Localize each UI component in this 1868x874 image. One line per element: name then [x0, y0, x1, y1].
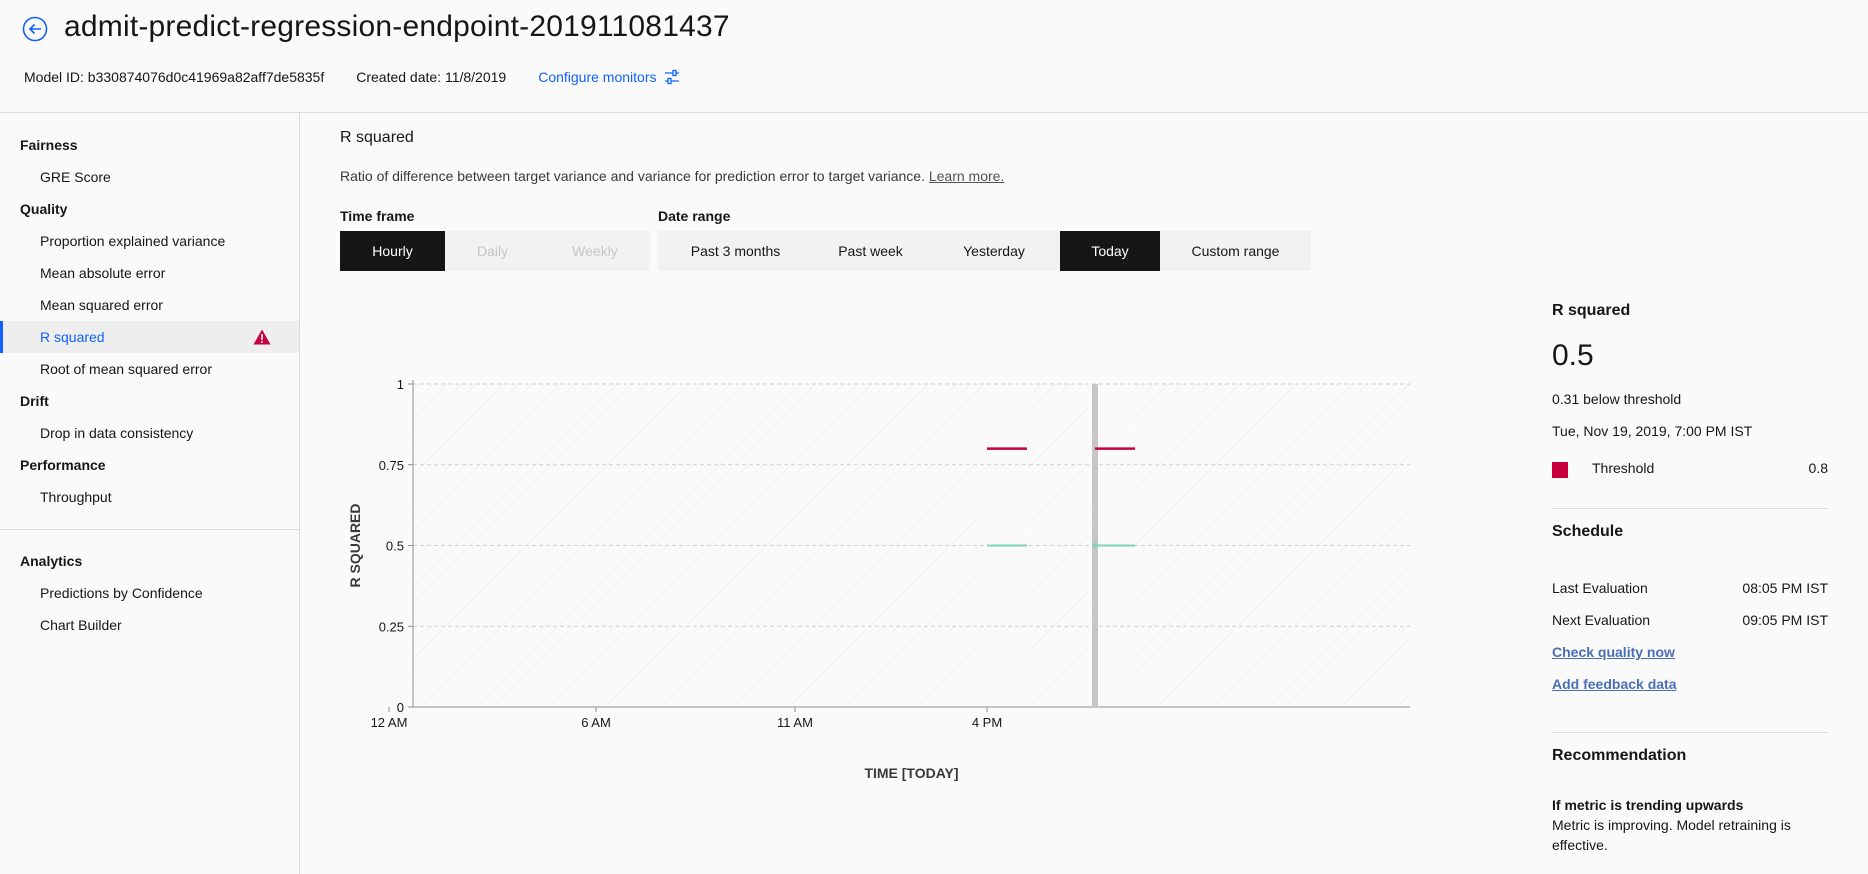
date-range-past-week[interactable]: Past week [813, 231, 928, 271]
time-frame-label: Time frame [340, 208, 415, 224]
y-tick-label: 0.75 [379, 458, 404, 473]
sidebar-item-mean-squared-error[interactable]: Mean squared error [0, 289, 299, 321]
y-axis-title: R SQUARED [347, 503, 363, 587]
sidebar-item-mean-absolute-error[interactable]: Mean absolute error [0, 257, 299, 289]
chart-svg[interactable]: 0 0.25 0.5 0.75 1 12 AM 6 AM 11 AM 4 PM R SQUARED… [340, 293, 1520, 813]
model-meta: Model ID: b330874076d0c41969a82aff7de583… [24, 69, 680, 85]
time-frame-switcher: Hourly Daily Weekly [340, 231, 650, 271]
date-range-switcher: Past 3 months Past week Yesterday Today … [658, 231, 1311, 271]
recommendation-text-line-1: Metric is improving. Model retraining is [1552, 817, 1791, 833]
sidebar-group-fairness: Fairness [20, 137, 78, 153]
sidebar-group-drift: Drift [20, 393, 49, 409]
date-range-today[interactable]: Today [1060, 231, 1160, 271]
date-range-past-3-months[interactable]: Past 3 months [658, 231, 813, 271]
x-tick-label: 6 AM [581, 715, 611, 730]
time-frame-weekly[interactable]: Weekly [540, 231, 650, 271]
recommendation-heading: If metric is trending upwards [1552, 797, 1744, 813]
date-range-custom[interactable]: Custom range [1160, 231, 1311, 271]
back-arrow-icon[interactable] [22, 16, 48, 42]
check-quality-now-link[interactable]: Check quality now [1552, 644, 1675, 660]
metric-value: 0.5 [1552, 339, 1594, 372]
panel-title: R squared [1552, 302, 1631, 319]
sidebar-item-drop-in-data-consistency[interactable]: Drop in data consistency [0, 417, 299, 449]
y-tick-label: 0 [397, 700, 404, 715]
next-evaluation-label: Next Evaluation [1552, 612, 1651, 628]
settings-adjust-icon [665, 69, 680, 85]
description-text: Ratio of difference between target varia… [340, 168, 925, 184]
page-title: admit-predict-regression-endpoint-201911… [64, 10, 730, 43]
x-axis-title: TIME [TODAY] [864, 765, 958, 781]
selected-point [1092, 543, 1098, 548]
recommendation-text-line-2: effective. [1552, 837, 1608, 853]
time-frame-daily[interactable]: Daily [445, 231, 540, 271]
sidebar-item-chart-builder[interactable]: Chart Builder [0, 609, 299, 641]
sidebar-item-predictions-by-confidence[interactable]: Predictions by Confidence [0, 577, 299, 609]
metric-title: R squared [340, 129, 414, 146]
date-range-label: Date range [658, 208, 731, 224]
threshold-label: Threshold [1592, 460, 1655, 476]
model-id: Model ID: b330874076d0c41969a82aff7de583… [24, 69, 325, 85]
y-tick-label: 0.5 [386, 539, 404, 554]
x-tick-label: 12 AM [371, 715, 408, 730]
metric-description: Ratio of difference between target varia… [340, 168, 1004, 184]
x-tick-label: 11 AM [777, 715, 813, 730]
warning-icon [253, 329, 271, 345]
page-header: admit-predict-regression-endpoint-201911… [0, 0, 1868, 113]
y-tick-label: 0.25 [379, 619, 404, 634]
threshold-value: 0.8 [1808, 460, 1828, 476]
sidebar-group-quality: Quality [20, 201, 68, 217]
evaluation-timestamp: Tue, Nov 19, 2019, 7:00 PM IST [1552, 423, 1753, 439]
threshold-swatch [1552, 462, 1568, 478]
recommendation-title: Recommendation [1552, 747, 1687, 764]
add-feedback-data-link[interactable]: Add feedback data [1552, 676, 1676, 692]
sidebar-item-gre-score[interactable]: GRE Score [0, 161, 299, 193]
y-tick-label: 1 [397, 377, 404, 392]
configure-monitors-label: Configure monitors [538, 69, 657, 85]
sidebar-item-throughput[interactable]: Throughput [0, 481, 299, 513]
sidebar-item-r-squared[interactable]: R squared [0, 321, 299, 353]
panel-divider [1552, 732, 1828, 733]
sidebar: Fairness GRE Score Quality Proportion ex… [0, 113, 300, 874]
sidebar-item-root-mean-squared-error[interactable]: Root of mean squared error [0, 353, 299, 385]
sidebar-item-proportion-explained-variance[interactable]: Proportion explained variance [0, 225, 299, 257]
date-range-yesterday[interactable]: Yesterday [928, 231, 1060, 271]
sidebar-group-performance: Performance [20, 457, 106, 473]
r-squared-chart[interactable]: 0 0.25 0.5 0.75 1 12 AM 6 AM 11 AM 4 PM R SQUARED… [340, 293, 1520, 813]
configure-monitors-link[interactable]: Configure monitors [538, 69, 680, 85]
created-date: Created date: 11/8/2019 [356, 69, 507, 85]
time-frame-hourly[interactable]: Hourly [340, 231, 445, 271]
last-evaluation-label: Last Evaluation [1552, 580, 1648, 596]
panel-divider [1552, 508, 1828, 509]
next-evaluation-value: 09:05 PM IST [1742, 612, 1828, 628]
schedule-title: Schedule [1552, 523, 1624, 540]
sidebar-item-label: R squared [40, 329, 105, 345]
x-tick-label: 4 PM [972, 715, 1002, 730]
below-threshold-text: 0.31 below threshold [1552, 391, 1682, 407]
sidebar-group-analytics: Analytics [20, 553, 83, 569]
sidebar-divider [0, 529, 299, 530]
last-evaluation-value: 08:05 PM IST [1742, 580, 1828, 596]
learn-more-link[interactable]: Learn more. [929, 168, 1004, 184]
